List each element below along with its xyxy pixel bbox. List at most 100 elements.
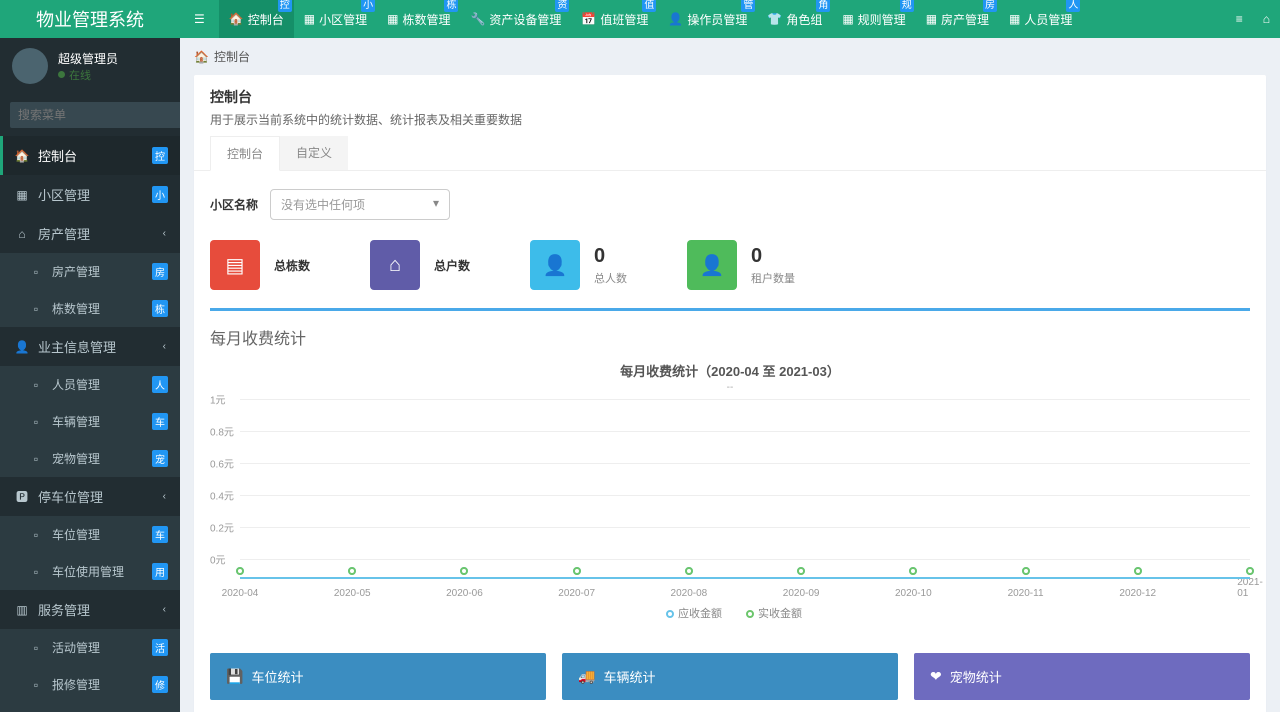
stat-icon: 👤 bbox=[530, 240, 580, 290]
sidebar-item[interactable]: ▫车位使用管理用 bbox=[0, 553, 180, 590]
menu-badge: 栋 bbox=[152, 300, 168, 317]
topnav-item[interactable]: ⌂ bbox=[1253, 0, 1280, 38]
menu-label: 房产管理 bbox=[52, 263, 100, 280]
nav-icon: 📅 bbox=[581, 12, 596, 26]
chart-section-title: 每月收费统计 bbox=[194, 311, 1266, 355]
stat-widget[interactable]: ❤宠物统计 bbox=[914, 653, 1250, 700]
nav-flag: 角 bbox=[816, 0, 830, 12]
nav-flag: 小 bbox=[361, 0, 375, 12]
topnav-item[interactable]: 🔧资产设备管理资 bbox=[460, 0, 571, 38]
menu-label: 控制台 bbox=[38, 146, 77, 165]
menu-badge: 小 bbox=[152, 186, 168, 203]
topnav-item[interactable]: ≡ bbox=[1226, 0, 1253, 38]
menu-label: 车辆管理 bbox=[52, 413, 100, 430]
nav-label: 小区管理 bbox=[319, 11, 367, 28]
sidebar-item[interactable]: ▫投诉管理诉 bbox=[0, 703, 180, 712]
menu-label: 报修管理 bbox=[52, 676, 100, 693]
stat-widget[interactable]: 🚚车辆统计 bbox=[562, 653, 898, 700]
topnav-item[interactable]: ▦规则管理规 bbox=[832, 0, 915, 38]
y-tick-label: 0.6元 bbox=[210, 456, 234, 471]
nav-flag: 资 bbox=[555, 0, 569, 12]
menu-icon: ▫ bbox=[28, 378, 44, 392]
x-tick-label: 2020-11 bbox=[1008, 588, 1044, 599]
legend-item: 实收金额 bbox=[738, 608, 802, 620]
y-tick-label: 0元 bbox=[210, 552, 226, 567]
search-input[interactable] bbox=[10, 102, 180, 128]
menu-label: 服务管理 bbox=[38, 600, 90, 619]
sidebar-item[interactable]: ▫ 人员管理 人 bbox=[0, 366, 180, 403]
menu-icon: ▫ bbox=[28, 641, 44, 655]
menu-icon: ▫ bbox=[28, 415, 44, 429]
stat-sublabel: 租户数量 bbox=[751, 270, 795, 286]
sidebar-item[interactable]: ▫栋数管理栋 bbox=[0, 290, 180, 327]
sidebar-item[interactable]: ▫车辆管理车 bbox=[0, 403, 180, 440]
sidebar-item[interactable]: ▫报修管理修 bbox=[0, 666, 180, 703]
sidebar-item[interactable]: ⌂房产管理‹ bbox=[0, 214, 180, 253]
chart-marker bbox=[909, 567, 917, 575]
x-tick-label: 2020-07 bbox=[558, 588, 595, 599]
nav-icon: ☰ bbox=[194, 12, 205, 26]
chevron-left-icon: ‹ bbox=[163, 341, 166, 352]
menu-badge: 控 bbox=[152, 147, 168, 164]
topnav-item[interactable]: ▦栋数管理栋 bbox=[377, 0, 460, 38]
topnav-item[interactable]: 👕角色组角 bbox=[757, 0, 832, 38]
widget-icon: 🚚 bbox=[578, 668, 595, 685]
breadcrumb: 🏠 控制台 bbox=[180, 38, 1280, 75]
menu-icon: ▫ bbox=[28, 265, 44, 279]
chart-wrap: 每月收费统计（2020-04 至 2021-03） -- 0元0.2元0.4元0… bbox=[194, 361, 1266, 653]
stats-row: ▤总栋数⌂总户数👤0总人数👤0租户数量 bbox=[194, 234, 1266, 308]
menu-badge: 修 bbox=[152, 676, 168, 693]
menu-label: 车位使用管理 bbox=[52, 563, 124, 580]
sidebar-item[interactable]: ▫活动管理活 bbox=[0, 629, 180, 666]
menu-badge: 活 bbox=[152, 639, 168, 656]
sidebar-item[interactable]: ▦小区管理小 bbox=[0, 175, 180, 214]
nav-icon: ▦ bbox=[304, 12, 315, 26]
menu-icon: 🅿 bbox=[14, 488, 30, 505]
topnav-item[interactable]: 🏠控制台控 bbox=[219, 0, 294, 38]
chart-marker bbox=[573, 567, 581, 575]
topnav-item[interactable]: 📅值班管理值 bbox=[571, 0, 658, 38]
nav-icon: ▦ bbox=[926, 12, 937, 26]
sidebar-item[interactable]: 👤业主信息管理‹ bbox=[0, 327, 180, 366]
nav-flag: 人 bbox=[1066, 0, 1080, 12]
topnav-item[interactable]: ▦房产管理房 bbox=[916, 0, 999, 38]
topnav-item[interactable]: ▦人员管理人 bbox=[999, 0, 1082, 38]
main-content: 🏠 控制台 控制台 用于展示当前系统中的统计数据、统计报表及相关重要数据 控制台… bbox=[180, 38, 1280, 712]
chart-marker bbox=[797, 567, 805, 575]
sidebar-item[interactable]: ▫房产管理房 bbox=[0, 253, 180, 290]
menu-badge: 人 bbox=[152, 376, 168, 393]
nav-icon: 🔧 bbox=[470, 12, 485, 26]
sidebar-item[interactable]: 🅿停车位管理‹ bbox=[0, 477, 180, 516]
menu-label: 人员管理 bbox=[52, 376, 100, 393]
tab[interactable]: 自定义 bbox=[280, 136, 348, 170]
menu-icon: 🏠 bbox=[14, 149, 30, 163]
nav-flag: 栋 bbox=[444, 0, 458, 12]
chart-marker bbox=[1246, 567, 1254, 575]
nav-icon: ▦ bbox=[387, 12, 398, 26]
community-select[interactable]: 没有选中任何项 bbox=[270, 189, 450, 220]
nav-flag: 管 bbox=[741, 0, 755, 12]
sidebar-item[interactable]: ▥服务管理‹ bbox=[0, 590, 180, 629]
topnav-item[interactable]: 👤操作员管理管 bbox=[658, 0, 757, 38]
menu-label: 栋数管理 bbox=[52, 300, 100, 317]
nav-label: 操作员管理 bbox=[687, 11, 747, 28]
topnav-item[interactable]: ▦ 小区管理小 bbox=[294, 0, 377, 38]
sidebar-item[interactable]: ▫车位管理车 bbox=[0, 516, 180, 553]
chart-marker bbox=[460, 567, 468, 575]
nav-flag: 值 bbox=[642, 0, 656, 12]
chart-marker bbox=[1022, 567, 1030, 575]
topnav-item[interactable]: ☰ bbox=[180, 0, 219, 38]
filter-label: 小区名称 bbox=[210, 196, 258, 213]
stat-widget[interactable]: 💾车位统计 bbox=[210, 653, 546, 700]
tab[interactable]: 控制台 bbox=[210, 136, 280, 171]
widget-icon: ❤ bbox=[930, 668, 942, 685]
legend-item: 应收金额 bbox=[658, 608, 722, 620]
sidebar-item[interactable]: 🏠 控制台 控 bbox=[0, 136, 180, 175]
sidebar-item[interactable]: ▫宠物管理宠 bbox=[0, 440, 180, 477]
menu-label: 车位管理 bbox=[52, 526, 100, 543]
filter-row: 小区名称 没有选中任何项 bbox=[194, 171, 1266, 234]
menu-label: 宠物管理 bbox=[52, 450, 100, 467]
y-tick-label: 0.4元 bbox=[210, 488, 234, 503]
y-tick-label: 0.2元 bbox=[210, 520, 234, 535]
nav-flag: 控 bbox=[278, 0, 292, 12]
